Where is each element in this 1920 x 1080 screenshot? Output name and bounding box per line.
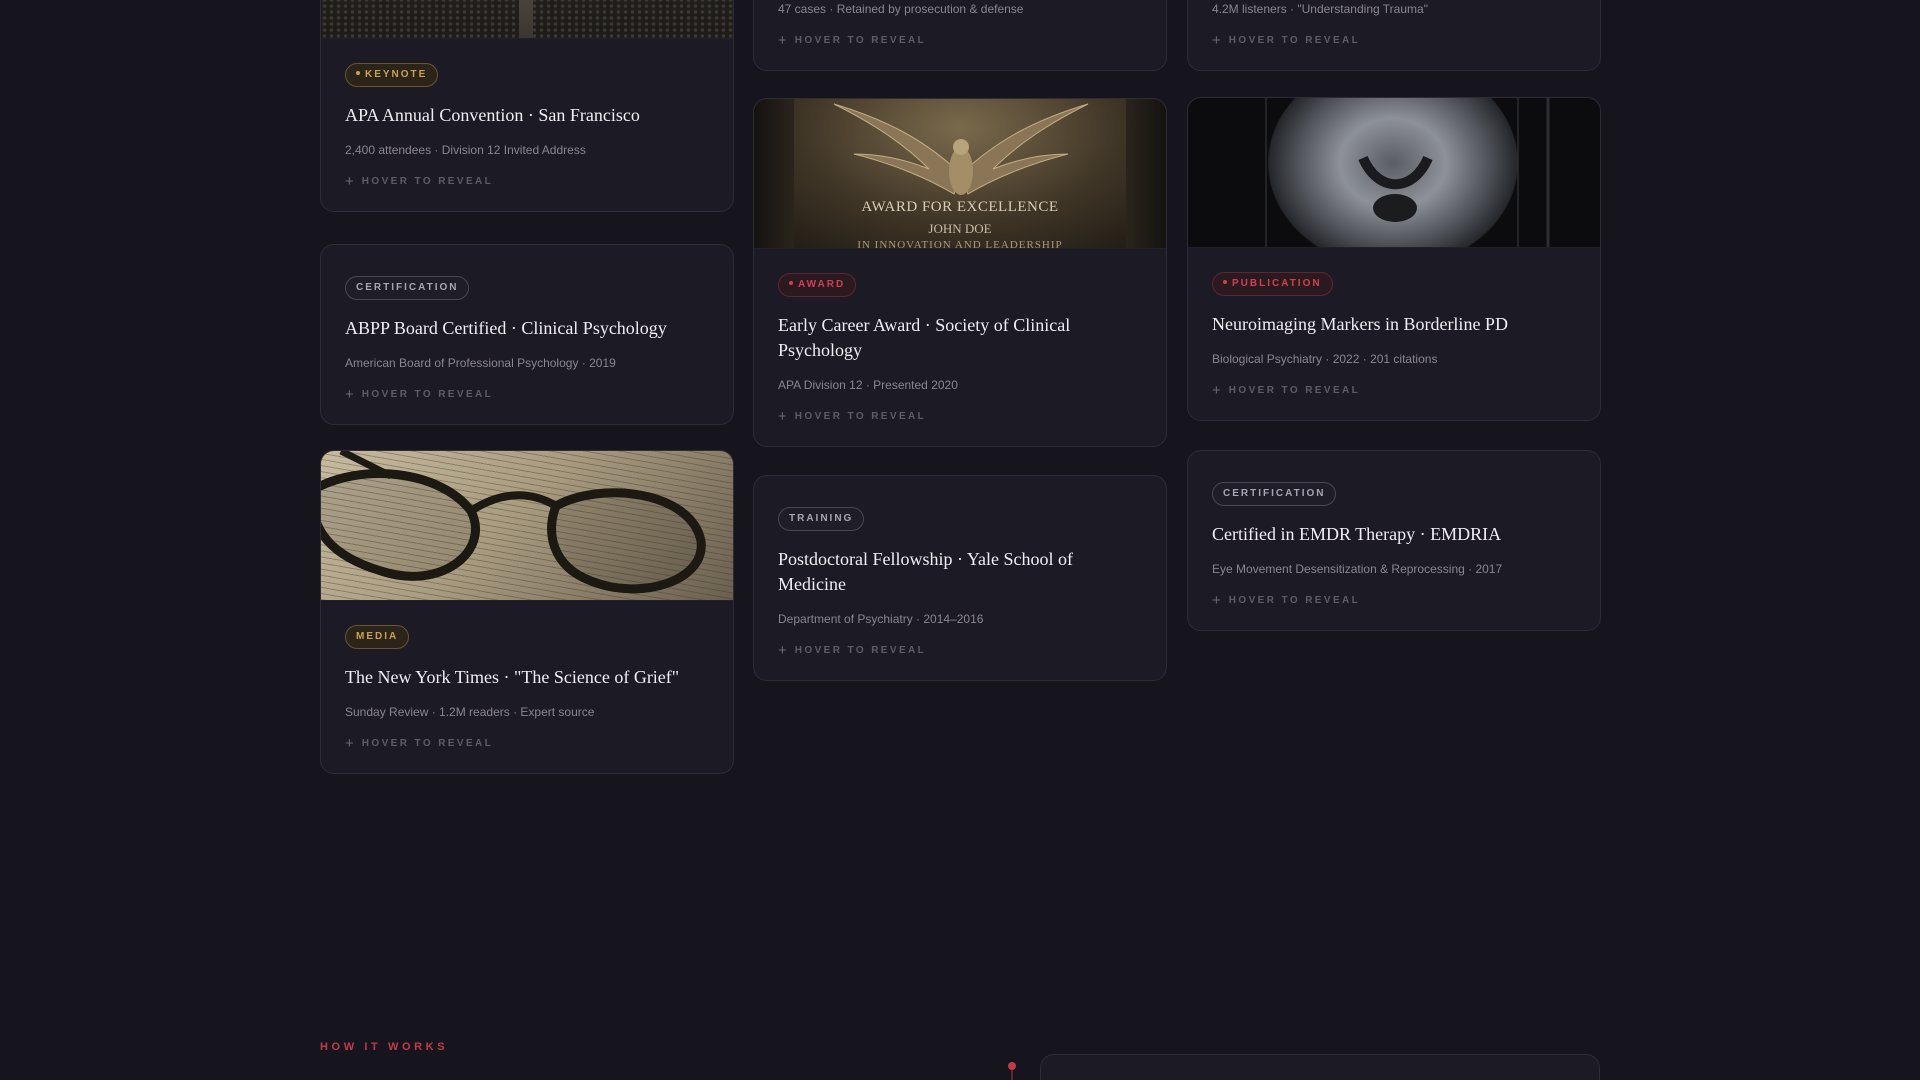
badge-certification: CERTIFICATION xyxy=(1212,482,1337,506)
plus-icon: + xyxy=(345,385,354,403)
card-title: Early Career Award · Society of Clinical… xyxy=(778,315,1071,360)
card-emdr-certification[interactable]: CERTIFICATION Certified in EMDR Therapy … xyxy=(1187,450,1601,631)
card-title: The New York Times · "The Science of Gri… xyxy=(345,667,680,687)
plus-icon: + xyxy=(345,172,354,190)
award-plaque-image: AWARD FOR EXCELLENCE JOHN DOE IN INNOVAT… xyxy=(754,99,1166,249)
badge-award: AWARD xyxy=(778,273,857,297)
badge-training: TRAINING xyxy=(778,507,865,531)
card-abpp-certification[interactable]: CERTIFICATION ABPP Board Certified · Cli… xyxy=(320,244,734,425)
card-apa-keynote[interactable]: KEYNOTE APA Annual Convention · San Fran… xyxy=(320,0,734,212)
card-podcast[interactable]: 4.2M listeners · "Understanding Trauma" … xyxy=(1187,0,1601,71)
hover-to-reveal[interactable]: + HOVER TO REVEAL xyxy=(1212,31,1576,70)
award-text-name: JOHN DOE xyxy=(928,221,992,236)
hover-to-reveal[interactable]: + HOVER TO REVEAL xyxy=(778,641,1142,680)
card-title: Neuroimaging Markers in Borderline PD xyxy=(1212,314,1508,334)
hover-to-reveal[interactable]: + HOVER TO REVEAL xyxy=(1212,591,1576,630)
badge-certification: CERTIFICATION xyxy=(345,276,470,300)
card-yale-fellowship[interactable]: TRAINING Postdoctoral Fellowship · Yale … xyxy=(753,475,1167,681)
badge-media: MEDIA xyxy=(345,625,410,649)
badge-publication: PUBLICATION xyxy=(1212,272,1333,296)
how-it-works-panel xyxy=(1040,1054,1600,1080)
plus-icon: + xyxy=(1212,31,1221,49)
card-title: ABPP Board Certified · Clinical Psycholo… xyxy=(345,318,667,338)
card-meta: Biological Psychiatry · 2022 · 201 citat… xyxy=(1212,352,1438,366)
card-early-career-award[interactable]: AWARD FOR EXCELLENCE JOHN DOE IN INNOVAT… xyxy=(753,98,1167,447)
card-meta: APA Division 12 · Presented 2020 xyxy=(778,378,958,392)
plus-icon: + xyxy=(778,641,787,659)
hover-to-reveal[interactable]: + HOVER TO REVEAL xyxy=(778,31,1142,70)
card-meta: 47 cases · Retained by prosecution & def… xyxy=(778,2,1024,16)
card-meta: Sunday Review · 1.2M readers · Expert so… xyxy=(345,705,595,719)
timeline-dot xyxy=(1008,1062,1016,1070)
card-meta: 4.2M listeners · "Understanding Trauma" xyxy=(1212,2,1428,16)
card-title: Postdoctoral Fellowship · Yale School of… xyxy=(778,549,1073,594)
card-forensic[interactable]: 47 cases · Retained by prosecution & def… xyxy=(753,0,1167,71)
card-title: Certified in EMDR Therapy · EMDRIA xyxy=(1212,524,1502,544)
crowd-image xyxy=(321,0,733,39)
plus-icon: + xyxy=(345,734,354,752)
hover-to-reveal[interactable]: + HOVER TO REVEAL xyxy=(345,172,709,211)
award-text-subtitle: IN INNOVATION AND LEADERSHIP xyxy=(857,239,1063,249)
plus-icon: + xyxy=(1212,381,1221,399)
card-title: APA Annual Convention · San Francisco xyxy=(345,105,640,125)
card-meta: American Board of Professional Psycholog… xyxy=(345,356,616,370)
card-meta: Department of Psychiatry · 2014–2016 xyxy=(778,612,984,626)
glasses-newspaper-image xyxy=(321,451,733,601)
how-it-works-label: HOW IT WORKS xyxy=(320,1041,449,1053)
hover-to-reveal[interactable]: + HOVER TO REVEAL xyxy=(778,407,1142,446)
hover-to-reveal[interactable]: + HOVER TO REVEAL xyxy=(345,734,709,773)
hover-to-reveal[interactable]: + HOVER TO REVEAL xyxy=(345,385,709,424)
card-meta: Eye Movement Desensitization & Reprocess… xyxy=(1212,562,1503,576)
card-nyt-media[interactable]: MEDIA The New York Times · "The Science … xyxy=(320,450,734,774)
mri-brain-image xyxy=(1188,98,1600,248)
badge-keynote: KEYNOTE xyxy=(345,63,439,87)
timeline-line xyxy=(1011,1070,1013,1080)
plus-icon: + xyxy=(1212,591,1221,609)
hover-to-reveal[interactable]: + HOVER TO REVEAL xyxy=(1212,381,1576,420)
plus-icon: + xyxy=(778,31,787,49)
card-neuroimaging-publication[interactable]: PUBLICATION Neuroimaging Markers in Bord… xyxy=(1187,97,1601,421)
award-text-title: AWARD FOR EXCELLENCE xyxy=(861,199,1059,215)
card-meta: 2,400 attendees · Division 12 Invited Ad… xyxy=(345,143,586,157)
plus-icon: + xyxy=(778,407,787,425)
